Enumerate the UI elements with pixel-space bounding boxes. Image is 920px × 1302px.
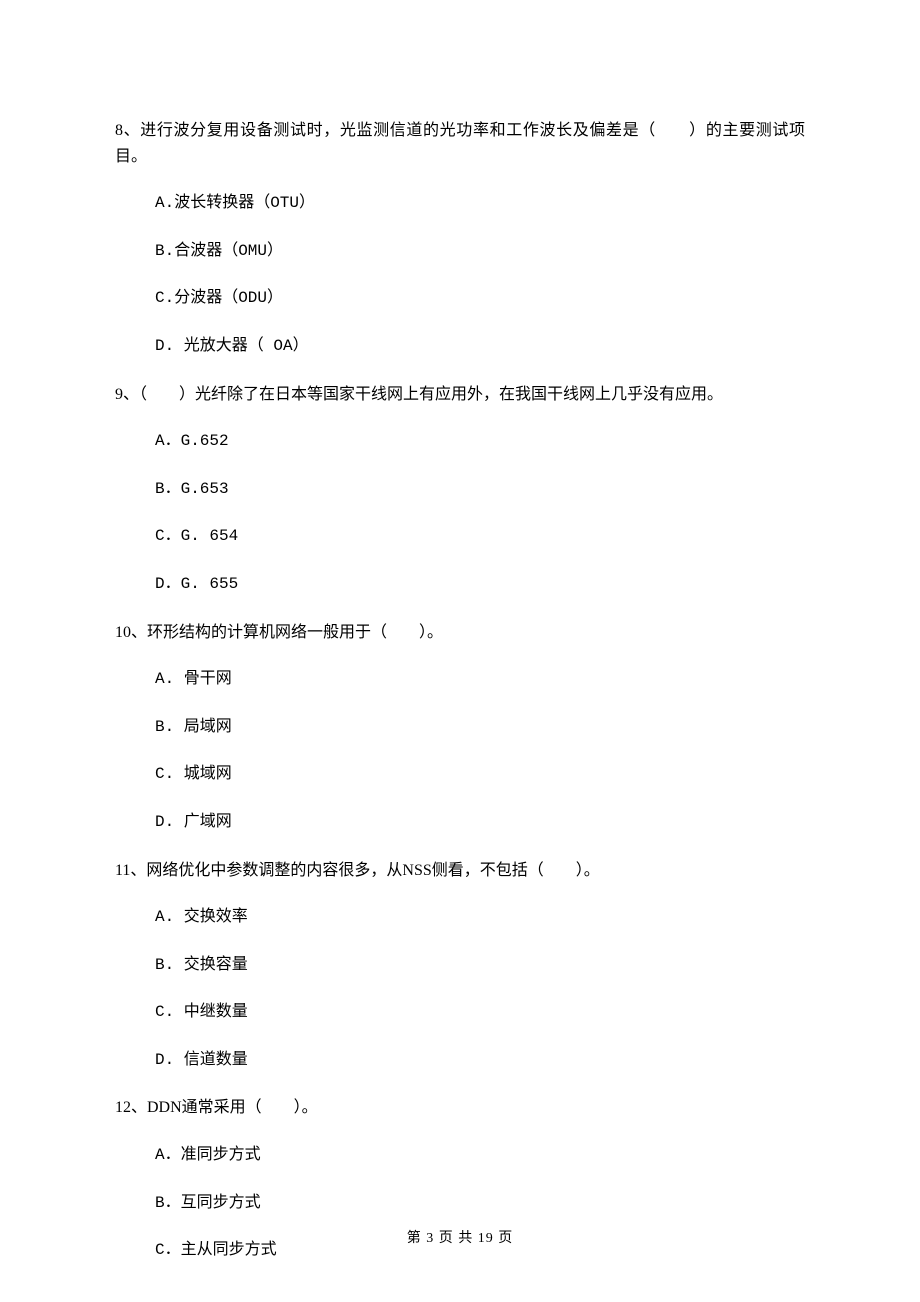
question-9-option-c: C．G. 654 [115, 524, 805, 550]
question-10-option-a: A. 骨干网 [115, 667, 805, 693]
question-8-option-b: B.合波器（OMU） [115, 239, 805, 265]
question-12-stem: 12、DDN通常采用（ ）。 [115, 1095, 805, 1121]
page-footer: 第 3 页 共 19 页 [0, 1228, 920, 1250]
question-11-option-a: A. 交换效率 [115, 905, 805, 931]
question-8-option-a: A.波长转换器（OTU） [115, 191, 805, 217]
question-9-stem: 9、（ ）光纤除了在日本等国家干线网上有应用外，在我国干线网上几乎没有应用。 [115, 382, 805, 408]
question-10-option-d: D. 广域网 [115, 810, 805, 836]
question-9-option-a: A．G.652 [115, 429, 805, 455]
question-9-option-b: B．G.653 [115, 477, 805, 503]
question-10-option-b: B. 局域网 [115, 715, 805, 741]
question-10-stem: 10、环形结构的计算机网络一般用于（ ）。 [115, 620, 805, 646]
question-11-stem: 11、网络优化中参数调整的内容很多，从NSS侧看，不包括（ ）。 [115, 858, 805, 884]
question-12-option-a: A．准同步方式 [115, 1143, 805, 1169]
question-10-option-c: C. 城域网 [115, 762, 805, 788]
question-8-stem: 8、进行波分复用设备测试时，光监测信道的光功率和工作波长及偏差是（ ）的主要测试… [115, 118, 805, 169]
question-12-option-b: B．互同步方式 [115, 1191, 805, 1217]
document-page: 8、进行波分复用设备测试时，光监测信道的光功率和工作波长及偏差是（ ）的主要测试… [0, 0, 920, 1302]
question-9-option-d: D．G. 655 [115, 572, 805, 598]
question-8-option-d: D. 光放大器（ OA） [115, 334, 805, 360]
question-11-option-b: B. 交换容量 [115, 953, 805, 979]
question-11-option-d: D. 信道数量 [115, 1048, 805, 1074]
question-11-option-c: C. 中继数量 [115, 1000, 805, 1026]
question-8-option-c: C.分波器（ODU） [115, 286, 805, 312]
